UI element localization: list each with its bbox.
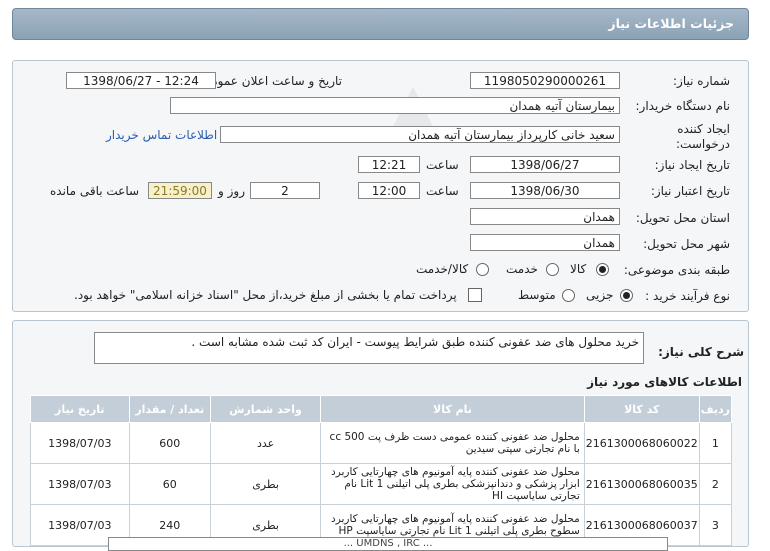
page-title: جزئیات اطلاعات نیاز [608, 16, 734, 31]
cell-date: 1398/07/03 [30, 463, 130, 505]
creator-field: سعید خانی کارپرداز بیمارستان آتیه همدان [220, 126, 620, 143]
cell-code: 2161300068060022 [583, 422, 700, 464]
buyer-org-label: نام دستگاه خریدار: [635, 99, 731, 113]
category-service-radio[interactable] [546, 263, 559, 276]
category-goods-label: کالا [570, 262, 587, 276]
announce-label: تاریخ و ساعت اعلان عمومی: [197, 74, 342, 88]
table-row[interactable]: 1398/07/03 600 عدد محلول ضد عفونی کننده … [30, 422, 733, 464]
process-label: نوع فرآیند خرید : [645, 289, 730, 303]
remaining-label: ساعت باقی مانده [50, 184, 140, 198]
validity-label: تاریخ اعتبار نیاز: [650, 184, 730, 198]
process-minor-radio[interactable] [620, 289, 633, 302]
process-medium-radio[interactable] [562, 289, 575, 302]
remaining-time-field: 21:59:00 [148, 182, 212, 199]
col-need-date: تاریخ نیاز [30, 395, 130, 423]
description-field: خرید محلول های ضد عفونی کننده طبق شرایط … [94, 332, 644, 364]
created-time-field: 12:21 [358, 156, 420, 173]
process-minor-label: جزیی [586, 288, 614, 302]
treasury-payment-checkbox[interactable] [468, 288, 482, 302]
cell-code: 2161300068060035 [583, 463, 700, 505]
province-field: همدان [470, 208, 620, 225]
announce-field: 1398/06/27 - 12:24 [66, 72, 216, 89]
items-title: اطلاعات کالاهای مورد نیاز [587, 375, 742, 389]
city-label: شهر محل تحویل: [643, 237, 730, 251]
buyer-org-field: بیمارستان آتیه همدان [170, 97, 620, 114]
contact-buyer-link[interactable]: اطلاعات تماس خریدار [106, 128, 217, 142]
cell-date: 1398/07/03 [30, 422, 130, 464]
category-goods-service-radio[interactable] [476, 263, 489, 276]
description-label: شرح کلی نیاز: [658, 345, 744, 359]
header-bar: جزئیات اطلاعات نیاز [12, 8, 749, 40]
cell-name: محلول ضد عفونی کننده عمومی دست ظرف پت 50… [320, 422, 585, 464]
process-medium-label: متوسط [518, 288, 556, 302]
category-goods-service-label: کالا/خدمت [416, 262, 469, 276]
created-date-label: تاریخ ایجاد نیاز: [654, 158, 730, 172]
validity-date-field: 1398/06/30 [470, 182, 620, 199]
treasury-payment-note: پرداخت تمام یا بخشی از مبلغ خرید،از محل … [74, 288, 457, 302]
validity-time-label: ساعت [426, 184, 459, 198]
category-goods-radio[interactable] [596, 263, 609, 276]
col-row: ردیف [698, 395, 733, 423]
col-unit: واحد شمارش [209, 395, 322, 423]
need-number-label: شماره نیاز: [673, 74, 730, 88]
cell-unit: بطری [209, 463, 322, 505]
cell-row: 3 [698, 504, 733, 546]
creator-label: ایجاد کننده درخواست: [676, 122, 730, 151]
cell-unit: عدد [209, 422, 322, 464]
col-quantity: تعداد / مقدار [128, 395, 211, 423]
category-service-label: خدمت [506, 262, 538, 276]
table-row[interactable]: 1398/07/03 60 بطری محلول ضد عفونی کننده … [30, 463, 733, 505]
col-item-code: کد کالا [583, 395, 700, 423]
items-table: تاریخ نیاز تعداد / مقدار واحد شمارش نام … [30, 395, 733, 546]
need-number-field: 1198050290000261 [470, 72, 620, 89]
validity-time-field: 12:00 [358, 182, 420, 199]
cell-qty: 600 [128, 422, 211, 464]
items-header-row: تاریخ نیاز تعداد / مقدار واحد شمارش نام … [30, 395, 733, 423]
province-label: استان محل تحویل: [635, 211, 730, 225]
days-field: 2 [250, 182, 320, 199]
category-label: طبقه بندی موضوعی: [623, 263, 730, 277]
cell-row: 1 [698, 422, 733, 464]
created-time-label: ساعت [426, 158, 459, 172]
footer-partial-box: ... UMDNS , IRC ... [108, 537, 668, 551]
col-item-name: نام کالا [320, 395, 585, 423]
created-date-field: 1398/06/27 [470, 156, 620, 173]
cell-qty: 60 [128, 463, 211, 505]
cell-row: 2 [698, 463, 733, 505]
city-field: همدان [470, 234, 620, 251]
cell-name: محلول ضد عفونی کننده پایه آمونیوم های چه… [320, 463, 585, 505]
days-label: روز و [218, 184, 245, 198]
